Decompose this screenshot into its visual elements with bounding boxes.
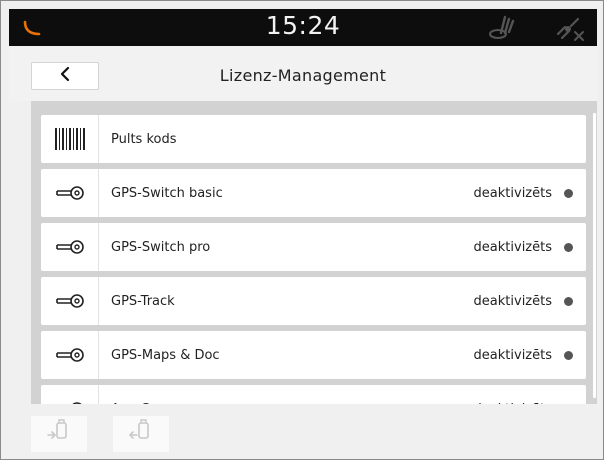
license-status: deaktivizēts (474, 385, 552, 405)
status-dot (564, 351, 573, 360)
license-label: AmaCam (111, 385, 170, 405)
license-label: GPS-Track (111, 293, 175, 309)
license-label: Pults kods (111, 131, 177, 147)
export-license-icon (128, 419, 154, 449)
gps-signal-icon (487, 13, 519, 41)
key-icon (41, 223, 99, 271)
footer-toolbar (9, 404, 597, 453)
status-dot (564, 189, 573, 198)
status-bar: 15:24 (9, 9, 597, 46)
key-icon (41, 385, 99, 404)
license-row-gps-switch-basic[interactable]: GPS-Switch basic deaktivizēts (41, 169, 586, 217)
license-label: GPS-Maps & Doc (111, 347, 220, 363)
status-dot (564, 243, 573, 252)
barcode-icon (41, 115, 99, 163)
key-icon (41, 331, 99, 379)
license-row-amacam[interactable]: AmaCam deaktivizēts (41, 385, 586, 404)
license-status: deaktivizēts (473, 293, 552, 309)
license-row-gps-maps-doc[interactable]: GPS-Maps & Doc deaktivizēts (41, 331, 586, 379)
import-license-icon (46, 419, 72, 449)
key-icon (41, 169, 99, 217)
license-status: deaktivizēts (473, 239, 552, 255)
license-status: deaktivizēts (473, 185, 552, 201)
license-row-gps-track[interactable]: GPS-Track deaktivizēts (41, 277, 586, 325)
import-license-button[interactable] (31, 416, 87, 452)
page-title: Lizenz-Management (219, 66, 387, 85)
export-license-button[interactable] (113, 416, 169, 452)
license-row-console-code[interactable]: Pults kods (41, 115, 586, 163)
license-list-area: Pults kods GPS-Switch basic deaktivizēts (31, 101, 597, 404)
license-label: GPS-Switch pro (111, 239, 211, 255)
status-dot (564, 297, 573, 306)
license-status: deaktivizēts (473, 347, 552, 363)
page-header: Lizenz-Management (9, 46, 597, 101)
no-connection-icon (553, 15, 587, 43)
license-row-gps-switch-pro[interactable]: GPS-Switch pro deaktivizēts (41, 223, 586, 271)
license-list: Pults kods GPS-Switch basic deaktivizēts (41, 115, 586, 404)
list-scrollbar[interactable] (593, 113, 596, 398)
key-icon (41, 277, 99, 325)
terminal-screen: 15:24 Lizenz-Management Pults kods GPS-S… (0, 0, 604, 460)
license-label: GPS-Switch basic (111, 185, 223, 201)
